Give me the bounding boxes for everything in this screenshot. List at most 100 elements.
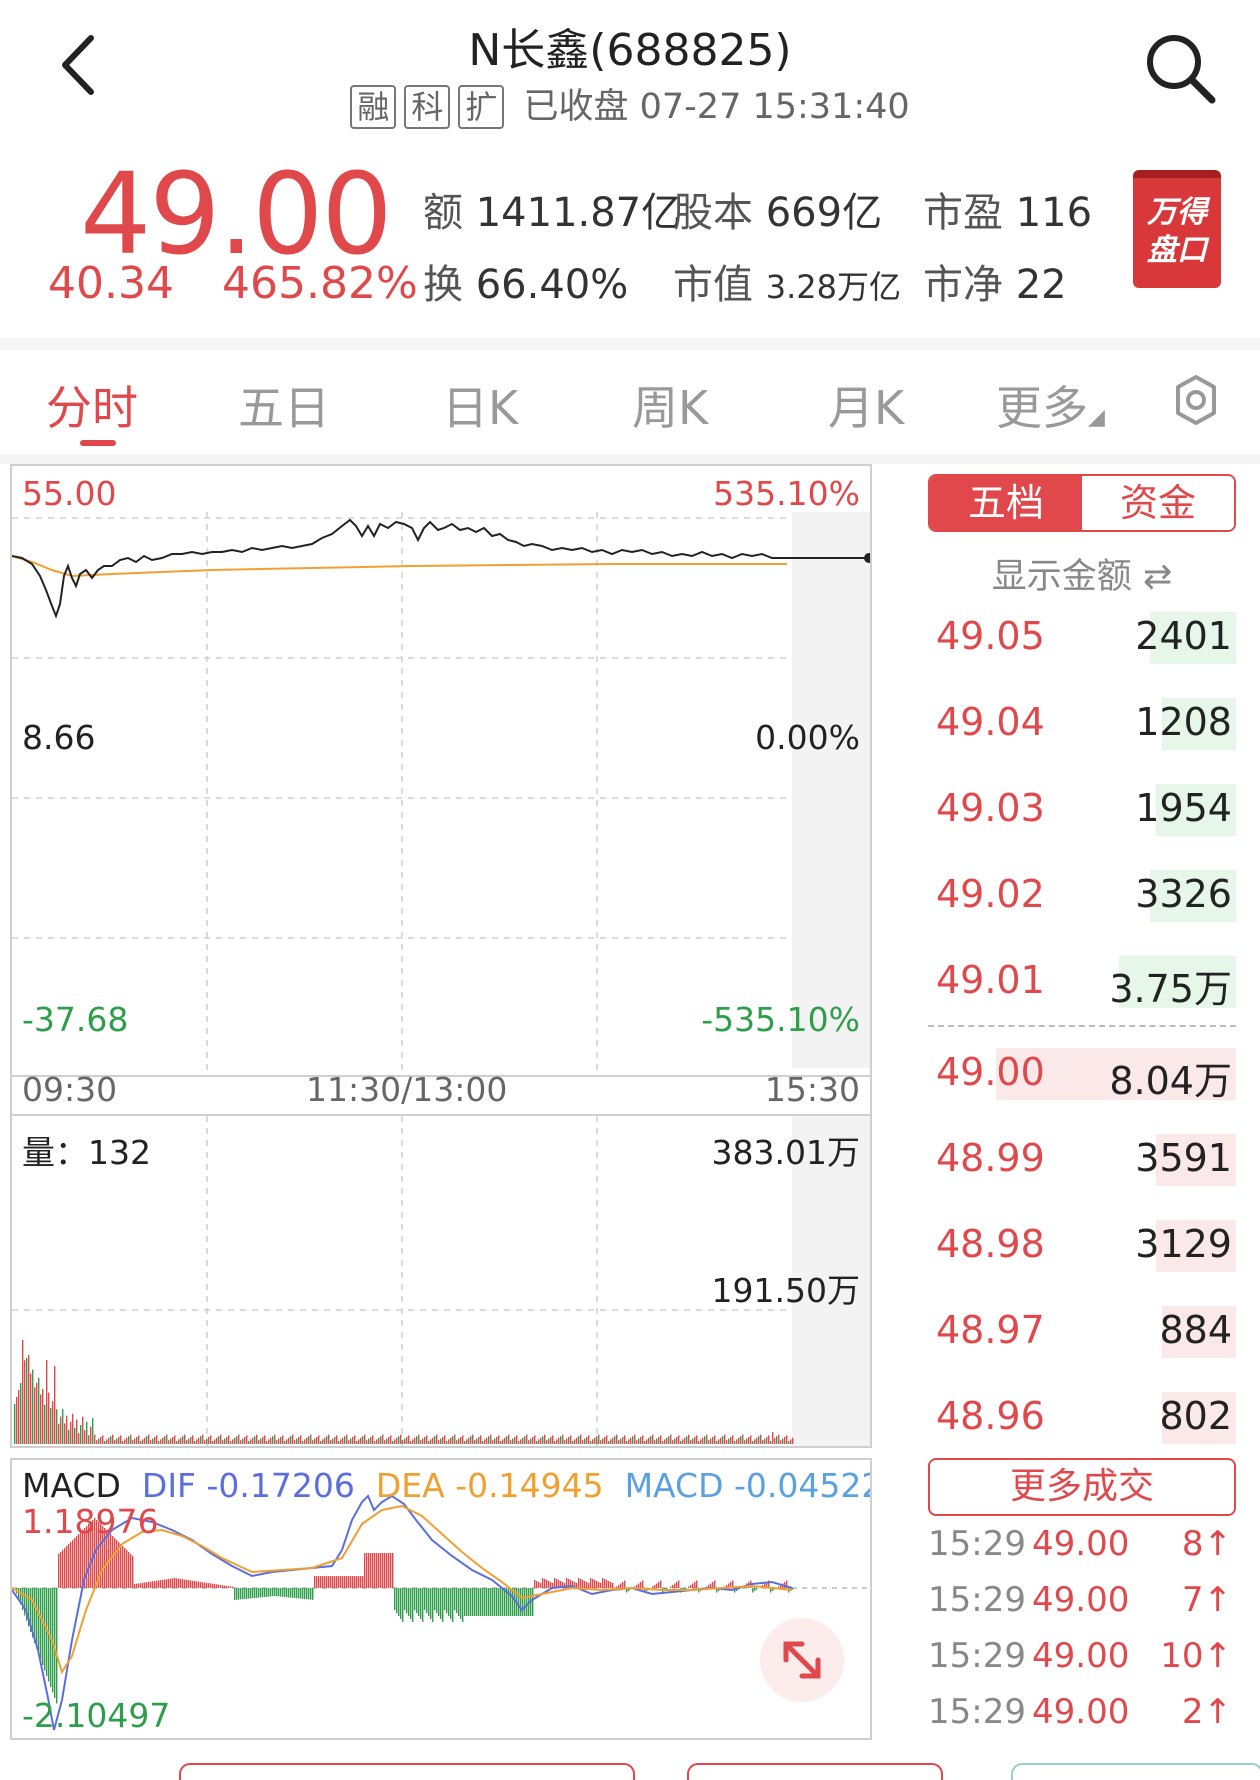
expand-icon (783, 1641, 821, 1679)
volume-chart[interactable]: 量：132 383.01万 191.50万 (10, 1116, 872, 1448)
ask-level-1[interactable]: 49.05 2401 (928, 604, 1236, 674)
macd-bar (250, 1588, 252, 1599)
macd-bar (502, 1588, 504, 1616)
time-start: 09:30 (22, 1070, 118, 1109)
tab-five-day[interactable]: 五日 (238, 372, 330, 438)
volume-bar (270, 1437, 272, 1444)
macd-bar (642, 1580, 644, 1588)
tab-daily-k[interactable]: 日K (442, 372, 518, 438)
volume-bar (376, 1439, 378, 1444)
show-amount-toggle[interactable]: 显示金额 ⇄ (928, 548, 1236, 599)
volume-bar (336, 1435, 338, 1444)
level-price: 49.04 (936, 700, 1045, 744)
macd-bar (324, 1576, 326, 1588)
macd-bar (612, 1583, 614, 1588)
volume-bar (536, 1441, 538, 1444)
volume-bar (626, 1441, 628, 1444)
market-status: 融科扩 已收盘 07-27 15:31:40 (0, 78, 1260, 129)
volume-bar (602, 1438, 604, 1444)
wande-depth-button[interactable]: 万得 盘口 (1133, 170, 1221, 288)
volume-bar (170, 1438, 172, 1444)
macd-bar (452, 1588, 454, 1622)
volume-bar (686, 1436, 688, 1444)
bid-level-3[interactable]: 48.98 3129 (928, 1212, 1236, 1282)
ask-level-4[interactable]: 49.02 3326 (928, 862, 1236, 932)
more-trades-button[interactable]: 更多成交 (928, 1458, 1236, 1516)
search-button[interactable] (1140, 28, 1220, 108)
volume-bar (282, 1435, 284, 1444)
volume-bar (556, 1439, 558, 1444)
volume-bar (604, 1437, 606, 1444)
volume-bar (544, 1434, 546, 1444)
volume-bar (478, 1437, 480, 1444)
volume-bar (324, 1437, 326, 1444)
volume-bar (414, 1437, 416, 1444)
volume-bar (104, 1441, 106, 1444)
ask-level-2[interactable]: 49.04 1208 (928, 690, 1236, 760)
volume-bar (320, 1441, 322, 1444)
chart-settings-button[interactable] (1170, 374, 1222, 426)
bid-level-4[interactable]: 48.97 884 (928, 1298, 1236, 1368)
macd-bar (72, 1540, 74, 1588)
volume-bar (130, 1434, 132, 1444)
volume-bar (382, 1434, 384, 1444)
macd-bar (38, 1588, 40, 1654)
macd-bar (36, 1588, 38, 1649)
macd-bar (134, 1584, 136, 1588)
volume-bar (352, 1437, 354, 1444)
fullscreen-button[interactable] (760, 1618, 844, 1702)
macd-bar (342, 1576, 344, 1588)
tab-monthly-k[interactable]: 月K (828, 372, 904, 438)
volume-bar (142, 1439, 144, 1444)
volume-bar (184, 1434, 186, 1444)
level-volume: 1954 (1135, 786, 1232, 830)
volume-bar (254, 1436, 256, 1444)
volume-bar (728, 1438, 730, 1444)
volume-bar (448, 1439, 450, 1444)
segment-five-levels[interactable]: 五档 (930, 476, 1082, 530)
tab-more[interactable]: 更多◢ (996, 372, 1105, 438)
bid-level-1[interactable]: 49.00 8.04万 (928, 1040, 1236, 1110)
tab-weekly-k[interactable]: 周K (632, 372, 708, 438)
macd-bar (412, 1588, 414, 1622)
volume-bar (772, 1432, 774, 1444)
volume-bar (682, 1439, 684, 1444)
volume-bar (296, 1438, 298, 1444)
volume-bar (562, 1434, 564, 1444)
stat-mktcap: 市值 3.28万亿 (673, 262, 901, 308)
ask-level-3[interactable]: 49.03 1954 (928, 776, 1236, 846)
volume-bar (790, 1439, 792, 1444)
macd-bar (126, 1550, 128, 1588)
macd-bar (498, 1588, 500, 1616)
trade-row: 15:29 49.00 2↑ (928, 1692, 1250, 1748)
orderbook-segment[interactable]: 五档 资金 (928, 474, 1236, 532)
macd-bar (144, 1582, 146, 1588)
volume-bar (582, 1440, 584, 1444)
tab-intraday[interactable]: 分时 (46, 372, 138, 438)
volume-bar (126, 1437, 128, 1444)
segment-capital[interactable]: 资金 (1082, 476, 1234, 530)
macd-legend-macd: MACD -0.04522 (624, 1466, 870, 1505)
axis-price-mid: 8.66 (22, 718, 96, 757)
macd-bar (164, 1579, 166, 1588)
macd-bar (238, 1588, 240, 1600)
macd-bar (274, 1588, 276, 1596)
volume-bar (718, 1439, 720, 1444)
macd-bar (110, 1534, 112, 1588)
bid-level-2[interactable]: 48.99 3591 (928, 1126, 1236, 1196)
bid-level-5[interactable]: 48.96 802 (928, 1384, 1236, 1454)
volume-bar (90, 1426, 92, 1444)
macd-bar (168, 1578, 170, 1588)
volume-bar (256, 1434, 258, 1444)
volume-bar (106, 1439, 108, 1444)
ask-level-5[interactable]: 49.01 3.75万 (928, 948, 1236, 1018)
macd-bar (76, 1536, 78, 1588)
macd-bar (380, 1553, 382, 1588)
intraday-price-chart[interactable]: 55.00 535.10% 8.66 0.00% -37.68 -535.10%… (10, 464, 872, 1116)
macd-chart[interactable]: MACD DIF -0.17206 DEA -0.14945 MACD -0.0… (10, 1458, 872, 1740)
level-volume: 2401 (1135, 614, 1232, 658)
level-price: 48.99 (936, 1136, 1045, 1180)
volume-bar (308, 1436, 310, 1444)
volume-bar (220, 1434, 222, 1444)
axis-price-bottom: -37.68 (22, 1000, 129, 1039)
